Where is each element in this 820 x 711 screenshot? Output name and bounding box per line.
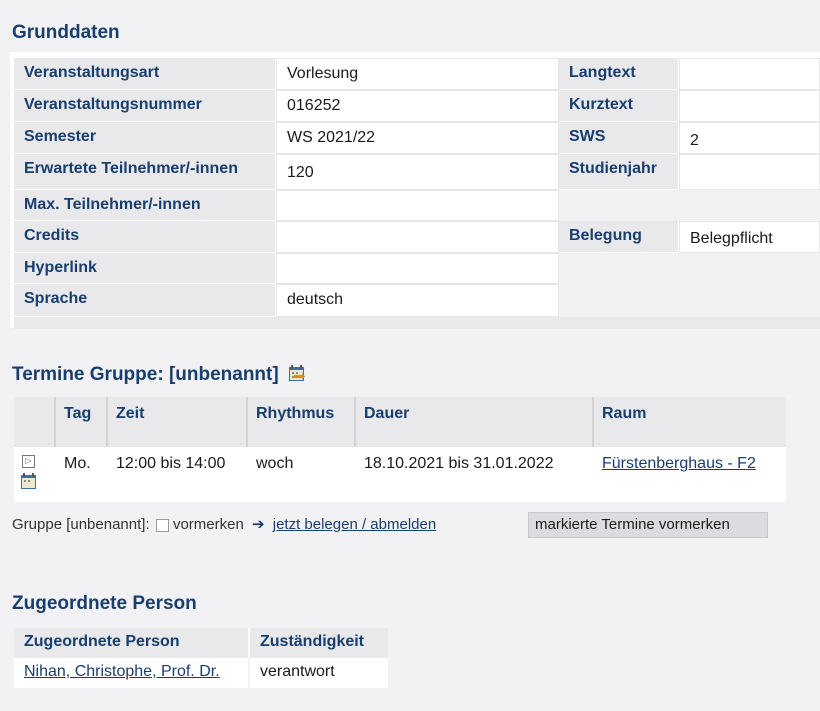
arrow-right-icon: ➔ — [251, 516, 265, 533]
value-semester: WS 2021/22 — [276, 122, 559, 154]
termine-vormerken-button[interactable]: markierte Termine vormerken — [528, 512, 768, 538]
label-langtext: Langtext — [559, 58, 679, 90]
empty-cell — [559, 253, 820, 317]
cell-person: Nihan, Christophe, Prof. Dr. — [14, 658, 250, 688]
row-icons-cell: ▷ — [14, 447, 56, 502]
label-sprache: Sprache — [14, 284, 276, 317]
label-kurztext: Kurztext — [559, 90, 679, 122]
gruppe-line: Gruppe [unbenannt]: vormerken ➔ jetzt be… — [12, 515, 436, 533]
cell-raum: Fürstenberghaus - F2 — [594, 447, 786, 502]
termine-title-text: Termine Gruppe: [unbenannt] — [12, 364, 279, 385]
label-veranstaltungsart: Veranstaltungsart — [14, 58, 276, 90]
raum-link[interactable]: Fürstenberghaus - F2 — [602, 455, 756, 472]
gruppe-label: Gruppe [unbenannt]: — [12, 516, 150, 533]
value-sws: 2 — [679, 122, 820, 154]
cell-rhythmus: woch — [248, 447, 356, 502]
value-hyperlink — [276, 253, 559, 284]
label-hyperlink: Hyperlink — [14, 253, 276, 284]
termine-title: Termine Gruppe: [unbenannt] — [12, 364, 306, 388]
col-header-rhythmus: Rhythmus — [248, 397, 356, 447]
col-header-raum: Raum — [594, 397, 786, 447]
col-header-person: Zugeordnete Person — [14, 628, 250, 658]
grunddaten-footer-bar — [14, 317, 820, 329]
person-link[interactable]: Nihan, Christophe, Prof. Dr. — [24, 663, 220, 680]
label-veranstaltungsnummer: Veranstaltungsnummer — [14, 90, 276, 122]
value-studienjahr — [679, 154, 820, 190]
col-header-zustaendigkeit: Zuständigkeit — [250, 628, 388, 658]
expand-icon[interactable]: ▷ — [22, 455, 35, 468]
empty-cell — [559, 190, 820, 221]
value-erwartete-teilnehmer: 120 — [276, 154, 559, 190]
label-semester: Semester — [14, 122, 276, 154]
label-credits: Credits — [14, 221, 276, 253]
calendar-export-icon[interactable] — [288, 364, 306, 388]
value-credits — [276, 221, 559, 253]
vormerken-label: vormerken — [172, 516, 244, 533]
value-veranstaltungsart: Vorlesung — [276, 58, 559, 90]
value-belegung: Belegpflicht — [679, 221, 820, 253]
label-studienjahr: Studienjahr — [559, 154, 679, 190]
col-header-blank — [14, 397, 56, 447]
value-max-teilnehmer — [276, 190, 559, 221]
value-kurztext — [679, 90, 820, 122]
value-veranstaltungsnummer: 016252 — [276, 90, 559, 122]
vormerken-checkbox[interactable] — [155, 518, 169, 532]
value-sprache: deutsch — [276, 284, 559, 317]
cell-tag: Mo. — [56, 447, 108, 502]
value-langtext — [679, 58, 820, 90]
personen-title: Zugeordnete Person — [12, 593, 197, 614]
col-header-dauer: Dauer — [356, 397, 594, 447]
label-sws: SWS — [559, 122, 679, 154]
grunddaten-title: Grunddaten — [12, 22, 120, 43]
col-header-tag: Tag — [56, 397, 108, 447]
cell-zeit: 12:00 bis 14:00 — [108, 447, 248, 502]
label-erwartete-teilnehmer: Erwartete Teilnehmer/-innen — [14, 154, 276, 190]
col-header-zeit: Zeit — [108, 397, 248, 447]
label-max-teilnehmer: Max. Teilnehmer/-innen — [14, 190, 276, 221]
cell-zustaendigkeit: verantwort — [250, 658, 388, 688]
calendar-export-icon[interactable] — [20, 472, 50, 495]
belegen-abmelden-link[interactable]: jetzt belegen / abmelden — [273, 516, 436, 533]
cell-dauer: 18.10.2021 bis 31.01.2022 — [356, 447, 594, 502]
label-belegung: Belegung — [559, 221, 679, 253]
